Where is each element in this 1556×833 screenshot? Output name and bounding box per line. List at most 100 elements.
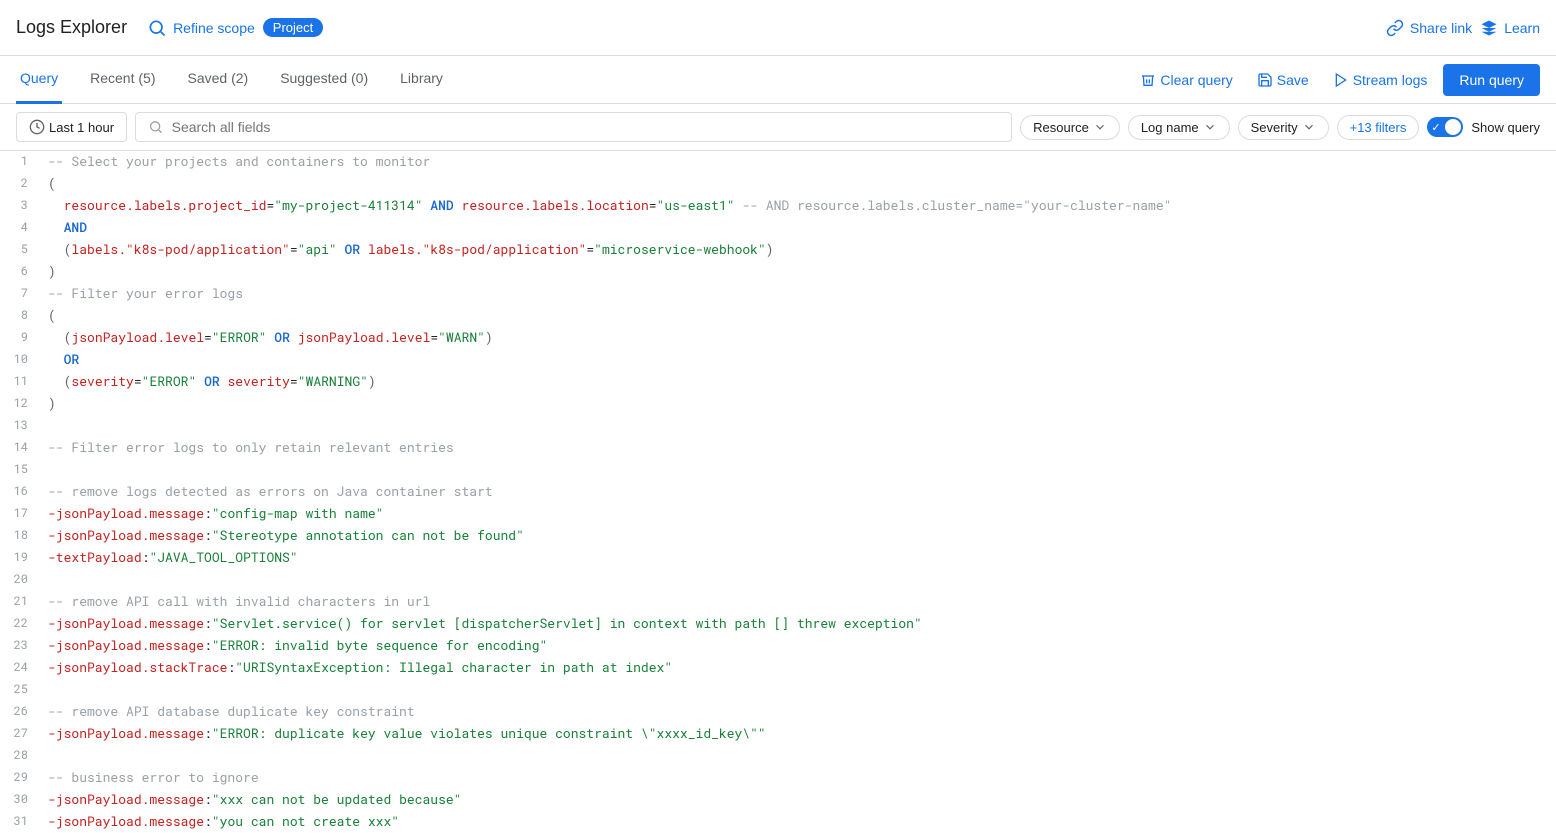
code-line-20: 20 (0, 569, 1556, 591)
code-line-27: 27-jsonPayload.message:"ERROR: duplicate… (0, 723, 1556, 745)
line-content: -textPayload:"JAVA_TOOL_OPTIONS" (40, 547, 1556, 568)
log-name-filter-button[interactable]: Log name (1128, 115, 1230, 140)
line-content: -jsonPayload.stackTrace:"URISyntaxExcept… (40, 657, 1556, 678)
code-line-16: 16-- remove logs detected as errors on J… (0, 481, 1556, 503)
line-content: ) (40, 393, 1556, 414)
stream-icon (1333, 72, 1349, 88)
line-number: 21 (0, 591, 40, 611)
tab-query[interactable]: Query (16, 56, 62, 104)
line-number: 11 (0, 371, 40, 391)
project-badge: Project (263, 18, 323, 37)
code-line-18: 18-jsonPayload.message:"Stereotype annot… (0, 525, 1556, 547)
code-line-8: 8( (0, 305, 1556, 327)
line-number: 14 (0, 437, 40, 457)
line-content: -jsonPayload.message:"xxx can not be upd… (40, 789, 1556, 810)
chevron-down-icon-2 (1203, 120, 1217, 134)
resource-filter-button[interactable]: Resource (1020, 115, 1120, 140)
trash-icon (1140, 72, 1156, 88)
line-number: 29 (0, 767, 40, 787)
refine-scope-button[interactable]: Refine scope (147, 18, 255, 38)
line-content: -- Select your projects and containers t… (40, 151, 1556, 172)
code-line-12: 12) (0, 393, 1556, 415)
clear-query-button[interactable]: Clear query (1132, 66, 1240, 94)
line-number: 24 (0, 657, 40, 677)
code-line-4: 4 AND (0, 217, 1556, 239)
code-line-25: 25 (0, 679, 1556, 701)
search-input[interactable] (172, 119, 1000, 135)
chevron-down-icon (1093, 120, 1107, 134)
line-number: 23 (0, 635, 40, 655)
tab-suggested[interactable]: Suggested (0) (276, 56, 372, 104)
filter-bar: Last 1 hour Resource Log name Severity +… (0, 104, 1556, 151)
line-content: resource.labels.project_id="my-project-4… (40, 195, 1556, 216)
line-content: -- remove logs detected as errors on Jav… (40, 481, 1556, 502)
code-line-19: 19-textPayload:"JAVA_TOOL_OPTIONS" (0, 547, 1556, 569)
code-line-5: 5 (labels."k8s-pod/application"="api" OR… (0, 239, 1556, 261)
line-number: 2 (0, 173, 40, 193)
code-line-26: 26-- remove API database duplicate key c… (0, 701, 1556, 723)
code-line-3: 3 resource.labels.project_id="my-project… (0, 195, 1556, 217)
line-content: (jsonPayload.level="ERROR" OR jsonPayloa… (40, 327, 1556, 348)
line-content: ( (40, 173, 1556, 194)
save-icon (1257, 72, 1273, 88)
line-content: AND (40, 217, 1556, 238)
toolbar-actions: Clear query Save Stream logs Run query (1132, 64, 1540, 96)
line-content: -- business error to ignore (40, 767, 1556, 788)
line-number: 30 (0, 789, 40, 809)
code-line-23: 23-jsonPayload.message:"ERROR: invalid b… (0, 635, 1556, 657)
tab-saved[interactable]: Saved (2) (183, 56, 252, 104)
line-number: 20 (0, 569, 40, 589)
line-content: -- Filter your error logs (40, 283, 1556, 304)
run-query-button[interactable]: Run query (1443, 64, 1540, 96)
code-line-24: 24-jsonPayload.stackTrace:"URISyntaxExce… (0, 657, 1556, 679)
more-filters-button[interactable]: +13 filters (1337, 115, 1420, 140)
line-number: 6 (0, 261, 40, 281)
clock-icon (29, 119, 45, 135)
code-line-9: 9 (jsonPayload.level="ERROR" OR jsonPayl… (0, 327, 1556, 349)
line-content: -- remove API database duplicate key con… (40, 701, 1556, 722)
share-link-icon (1386, 19, 1404, 37)
line-number: 10 (0, 349, 40, 369)
line-content: -jsonPayload.message:"Stereotype annotat… (40, 525, 1556, 546)
code-line-30: 30-jsonPayload.message:"xxx can not be u… (0, 789, 1556, 811)
learn-button[interactable]: Learn (1480, 19, 1540, 37)
line-number: 27 (0, 723, 40, 743)
save-button[interactable]: Save (1249, 66, 1317, 94)
line-content: -jsonPayload.message:"config-map with na… (40, 503, 1556, 524)
line-number: 18 (0, 525, 40, 545)
code-editor[interactable]: 1-- Select your projects and containers … (0, 151, 1556, 833)
line-number: 9 (0, 327, 40, 347)
share-link-button[interactable]: Share link (1386, 19, 1472, 37)
line-number: 28 (0, 745, 40, 765)
line-content: ( (40, 305, 1556, 326)
line-number: 25 (0, 679, 40, 699)
line-number: 12 (0, 393, 40, 413)
line-content: OR (40, 349, 1556, 370)
header: Logs Explorer Refine scope Project Share… (0, 0, 1556, 56)
code-line-15: 15 (0, 459, 1556, 481)
line-number: 1 (0, 151, 40, 171)
line-number: 15 (0, 459, 40, 479)
line-number: 7 (0, 283, 40, 303)
code-line-10: 10 OR (0, 349, 1556, 371)
stream-logs-button[interactable]: Stream logs (1325, 66, 1436, 94)
chevron-down-icon-3 (1302, 120, 1316, 134)
search-wrapper (135, 112, 1012, 142)
code-line-1: 1-- Select your projects and containers … (0, 151, 1556, 173)
line-content: -- remove API call with invalid characte… (40, 591, 1556, 612)
line-number: 5 (0, 239, 40, 259)
code-line-6: 6) (0, 261, 1556, 283)
time-range-button[interactable]: Last 1 hour (16, 112, 127, 142)
line-content: ) (40, 261, 1556, 282)
tab-library[interactable]: Library (396, 56, 447, 104)
show-query-toggle[interactable]: ✓ Show query (1427, 117, 1540, 137)
line-number: 13 (0, 415, 40, 435)
line-number: 8 (0, 305, 40, 325)
line-content: (labels."k8s-pod/application"="api" OR l… (40, 239, 1556, 260)
code-line-17: 17-jsonPayload.message:"config-map with … (0, 503, 1556, 525)
severity-filter-button[interactable]: Severity (1238, 115, 1329, 140)
refine-scope-icon (147, 18, 167, 38)
toggle-switch[interactable]: ✓ (1427, 117, 1463, 137)
tab-recent[interactable]: Recent (5) (86, 56, 159, 104)
line-content: -jsonPayload.message:"ERROR: duplicate k… (40, 723, 1556, 744)
